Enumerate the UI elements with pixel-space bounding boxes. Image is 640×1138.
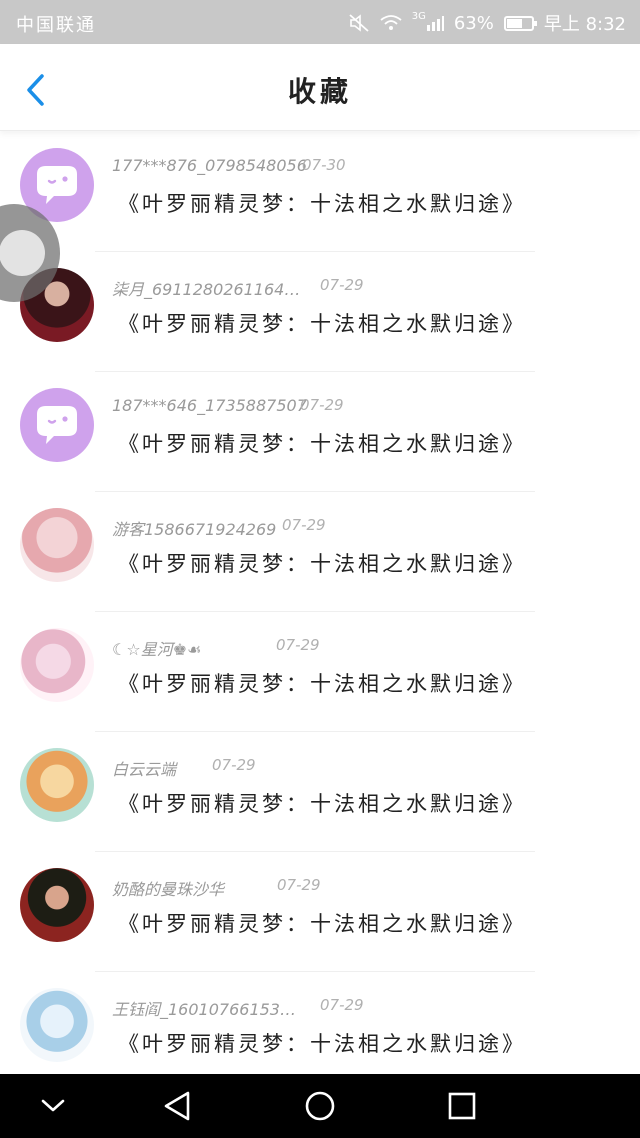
- list-item[interactable]: ☾☆星河♚☙ 07-29 《叶罗丽精灵梦：十法相之水默归途》: [0, 612, 640, 732]
- favorites-list: 177***876_0798548056 07-30 《叶罗丽精灵梦：十法相之水默归…: [0, 132, 640, 1092]
- date: 07-29: [212, 756, 256, 774]
- page-title: 收藏: [287, 75, 352, 108]
- chat-bubble-icon: [37, 406, 77, 444]
- chat-bubble-avatar[interactable]: [20, 388, 94, 462]
- date: 07-30: [302, 156, 346, 174]
- book-title[interactable]: 《叶罗丽精灵梦：十法相之水默归途》: [118, 668, 526, 698]
- status-bar: 中国联通 3G 63% 早上 8:32: [0, 0, 640, 44]
- list-item[interactable]: 游客1586671924269 07-29 《叶罗丽精灵梦：十法相之水默归途》: [0, 492, 640, 612]
- list-item-meta: ☾☆星河♚☙ 07-29: [112, 636, 320, 660]
- floating-button-core: [0, 230, 45, 276]
- username: 白云云端: [112, 760, 177, 779]
- signal-icon: [426, 16, 444, 31]
- book-title[interactable]: 《叶罗丽精灵梦：十法相之水默归途》: [118, 788, 526, 818]
- list-item[interactable]: 187***646_1735887507 07-29 《叶罗丽精灵梦：十法相之水默归…: [0, 372, 640, 492]
- book-title[interactable]: 《叶罗丽精灵梦：十法相之水默归途》: [118, 428, 526, 458]
- app-header: 收藏: [0, 44, 640, 131]
- wifi-icon: [380, 15, 402, 30]
- book-title[interactable]: 《叶罗丽精灵梦：十法相之水默归途》: [118, 1028, 526, 1058]
- chevron-down-icon[interactable]: [33, 1086, 73, 1126]
- list-item[interactable]: 白云云端 07-29 《叶罗丽精灵梦：十法相之水默归途》: [0, 732, 640, 852]
- user-photo-avatar[interactable]: [20, 508, 94, 582]
- list-item[interactable]: 奶酪的曼珠沙华 07-29 《叶罗丽精灵梦：十法相之水默归途》: [0, 852, 640, 972]
- home-circle-icon[interactable]: [300, 1086, 340, 1126]
- book-title[interactable]: 《叶罗丽精灵梦：十法相之水默归途》: [118, 188, 526, 218]
- username: 奶酪的曼珠沙华: [112, 880, 225, 899]
- list-item-meta: 奶酪的曼珠沙华 07-29: [112, 876, 321, 900]
- book-title[interactable]: 《叶罗丽精灵梦：十法相之水默归途》: [118, 308, 526, 338]
- username: 177***876_0798548056: [112, 156, 307, 175]
- username: 王钰阎_16010766153…: [112, 1000, 296, 1019]
- username: 柒月_6911280261164…: [112, 280, 301, 299]
- battery-percent: 63%: [453, 12, 494, 34]
- carrier-label: 中国联通: [16, 15, 96, 36]
- username: ☾☆星河♚☙: [112, 640, 202, 659]
- system-nav-bar: [0, 1074, 640, 1138]
- book-title[interactable]: 《叶罗丽精灵梦：十法相之水默归途》: [118, 548, 526, 578]
- date: 07-29: [320, 996, 364, 1014]
- date: 07-29: [300, 396, 344, 414]
- recents-square-icon[interactable]: [442, 1086, 482, 1126]
- list-item[interactable]: 177***876_0798548056 07-30 《叶罗丽精灵梦：十法相之水默归…: [0, 132, 640, 252]
- battery-icon: [503, 15, 537, 31]
- back-triangle-icon[interactable]: [158, 1086, 198, 1126]
- list-item-meta: 柒月_6911280261164… 07-29: [112, 276, 364, 300]
- user-photo-avatar[interactable]: [20, 868, 94, 942]
- list-item-meta: 白云云端 07-29: [112, 756, 256, 780]
- list-item[interactable]: 柒月_6911280261164… 07-29 《叶罗丽精灵梦：十法相之水默归途》: [0, 252, 640, 372]
- date: 07-29: [282, 516, 326, 534]
- network-type: 3G: [411, 10, 426, 22]
- status-icons: 3G 63% 早上 8:32: [348, 10, 626, 36]
- mute-icon: [349, 14, 369, 32]
- book-title[interactable]: 《叶罗丽精灵梦：十法相之水默归途》: [118, 908, 526, 938]
- date: 07-29: [276, 636, 320, 654]
- user-photo-avatar[interactable]: [20, 748, 94, 822]
- date: 07-29: [320, 276, 364, 294]
- list-item-meta: 177***876_0798548056 07-30: [112, 156, 346, 175]
- user-photo-avatar[interactable]: [20, 628, 94, 702]
- list-item-meta: 王钰阎_16010766153… 07-29: [112, 996, 364, 1020]
- username: 187***646_1735887507: [112, 396, 307, 415]
- clock: 早上 8:32: [543, 14, 626, 35]
- date: 07-29: [277, 876, 321, 894]
- list-item-meta: 187***646_1735887507 07-29: [112, 396, 344, 415]
- user-photo-avatar[interactable]: [20, 988, 94, 1062]
- username: 游客1586671924269: [112, 520, 277, 539]
- list-item-meta: 游客1586671924269 07-29: [112, 516, 326, 540]
